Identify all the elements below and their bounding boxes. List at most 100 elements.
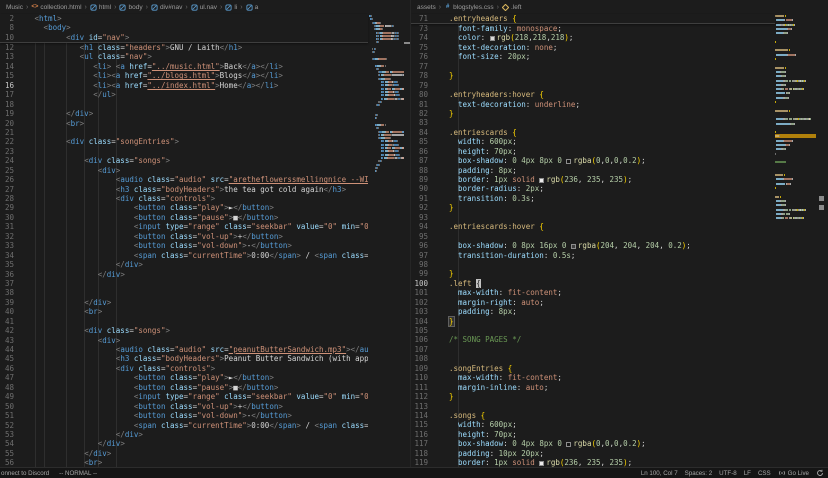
code-line[interactable]: 36 </div> bbox=[0, 270, 368, 279]
line-number[interactable]: 45 bbox=[0, 354, 30, 363]
code-line[interactable]: 108 bbox=[411, 354, 775, 363]
line-number[interactable]: 43 bbox=[0, 336, 30, 345]
code-line[interactable]: 53 </div> bbox=[0, 430, 368, 439]
code-line[interactable]: 25 <div> bbox=[0, 166, 368, 175]
code-line[interactable]: 80.entryheaders:hover { bbox=[411, 90, 775, 99]
code-line[interactable]: 119 border: 1px solid rgb(236, 235, 235)… bbox=[411, 458, 775, 467]
line-number[interactable]: 92 bbox=[411, 203, 449, 212]
line-number[interactable]: 118 bbox=[411, 449, 449, 458]
code-line[interactable]: 94.entriescards:hover { bbox=[411, 222, 775, 231]
line-number[interactable]: 114 bbox=[411, 411, 449, 420]
line-number[interactable]: 108 bbox=[411, 354, 449, 363]
line-number[interactable]: 117 bbox=[411, 439, 449, 448]
line-number[interactable]: 52 bbox=[0, 421, 30, 430]
code-line[interactable]: 87 box-shadow: 0 4px 8px 0 rgba(0,0,0,0.… bbox=[411, 156, 775, 165]
code-line[interactable]: 82} bbox=[411, 109, 775, 118]
code-line[interactable]: 56 <br> bbox=[0, 458, 368, 467]
line-number[interactable]: 14 bbox=[0, 62, 30, 71]
code-line[interactable]: 112} bbox=[411, 392, 775, 401]
overview-ruler-marker[interactable] bbox=[404, 42, 410, 44]
code-line[interactable]: 26 <audio class="audio" src="aretheflowe… bbox=[0, 175, 368, 184]
status-item-spaces-2[interactable]: Spaces: 2 bbox=[685, 470, 713, 477]
line-number[interactable]: 113 bbox=[411, 402, 449, 411]
line-number[interactable]: 112 bbox=[411, 392, 449, 401]
code-line[interactable]: 113 bbox=[411, 402, 775, 411]
line-number[interactable]: 28 bbox=[0, 194, 30, 203]
line-number[interactable]: 91 bbox=[411, 194, 449, 203]
code-line[interactable]: 47 <button class="play">►</button> bbox=[0, 373, 368, 382]
breadcrumb-item[interactable]: .left bbox=[502, 4, 521, 11]
code-line[interactable]: 75 text-decoration: none; bbox=[411, 43, 775, 52]
line-number[interactable]: 86 bbox=[411, 147, 449, 156]
code-line[interactable]: 105 bbox=[411, 326, 775, 335]
code-line[interactable]: 90 border-radius: 2px; bbox=[411, 184, 775, 193]
code-line[interactable]: 39 </div> bbox=[0, 298, 368, 307]
status-item-go-live[interactable]: Go Live bbox=[778, 469, 809, 477]
line-number[interactable]: 32 bbox=[0, 232, 30, 241]
line-number[interactable]: 2 bbox=[0, 14, 30, 23]
breadcrumb-item[interactable]: div#nav bbox=[151, 4, 182, 11]
line-number[interactable]: 40 bbox=[0, 307, 30, 316]
status-item-ln-100-col-7[interactable]: Ln 100, Col 7 bbox=[641, 470, 678, 477]
line-number[interactable]: 88 bbox=[411, 166, 449, 175]
breadcrumb-item[interactable]: assets bbox=[417, 4, 436, 11]
status-item--normal-[interactable]: -- NORMAL -- bbox=[59, 470, 97, 477]
line-number[interactable]: 80 bbox=[411, 90, 449, 99]
code-line[interactable]: 81 text-decoration: underline; bbox=[411, 100, 775, 109]
line-number[interactable]: 29 bbox=[0, 203, 30, 212]
line-number[interactable]: 24 bbox=[0, 156, 30, 165]
code-line[interactable]: 85 width: 600px; bbox=[411, 137, 775, 146]
line-number[interactable]: 30 bbox=[0, 213, 30, 222]
code-line[interactable]: 41 bbox=[0, 317, 368, 326]
line-number[interactable]: 36 bbox=[0, 270, 30, 279]
line-number[interactable]: 83 bbox=[411, 118, 449, 127]
line-number[interactable]: 89 bbox=[411, 175, 449, 184]
line-number[interactable]: 12 bbox=[0, 43, 30, 52]
line-number[interactable]: 51 bbox=[0, 411, 30, 420]
code-line[interactable]: 95 bbox=[411, 232, 775, 241]
code-line[interactable]: 22 <div class="songEntries"> bbox=[0, 137, 368, 146]
line-number[interactable]: 75 bbox=[411, 43, 449, 52]
code-line[interactable]: 109.songEntries { bbox=[411, 364, 775, 373]
line-number[interactable]: 106 bbox=[411, 335, 449, 344]
line-number[interactable]: 8 bbox=[0, 23, 30, 32]
code-line[interactable]: 115 width: 600px; bbox=[411, 420, 775, 429]
code-line[interactable]: 86 height: 70px; bbox=[411, 147, 775, 156]
breadcrumb-item[interactable]: Music bbox=[6, 4, 23, 11]
code-line[interactable]: 32 <button class="vol-up">+</button> bbox=[0, 232, 368, 241]
code-line[interactable]: 49 <input type="range" class="seekbar" v… bbox=[0, 392, 368, 401]
line-number[interactable]: 13 bbox=[0, 52, 30, 61]
code-line[interactable]: 16 <li><a href="../index.html">Home</a><… bbox=[0, 81, 368, 90]
code-line[interactable]: 117 box-shadow: 0 4px 8px 0 rgba(0,0,0,0… bbox=[411, 439, 775, 448]
line-number[interactable]: 110 bbox=[411, 373, 449, 382]
line-number[interactable]: 107 bbox=[411, 345, 449, 354]
code-line[interactable]: 83 bbox=[411, 118, 775, 127]
line-number[interactable]: 17 bbox=[0, 90, 30, 99]
line-number[interactable]: 94 bbox=[411, 222, 449, 231]
code-line[interactable]: 100.left { bbox=[411, 279, 775, 288]
code-line[interactable]: 71.entryheaders { bbox=[411, 14, 775, 23]
line-number[interactable]: 73 bbox=[411, 24, 449, 33]
code-line[interactable]: 107 bbox=[411, 345, 775, 354]
line-number[interactable]: 81 bbox=[411, 100, 449, 109]
line-number[interactable]: 22 bbox=[0, 137, 30, 146]
line-number[interactable]: 100 bbox=[411, 279, 449, 288]
line-number[interactable]: 103 bbox=[411, 307, 449, 316]
line-number[interactable]: 38 bbox=[0, 288, 30, 297]
code-line[interactable]: 14 <li> <a href="../music.html">Back</a>… bbox=[0, 62, 368, 71]
line-number[interactable]: 21 bbox=[0, 128, 30, 137]
line-number[interactable]: 25 bbox=[0, 166, 30, 175]
line-number[interactable]: 16 bbox=[0, 81, 30, 90]
breadcrumb-item[interactable]: ul.nav bbox=[191, 4, 217, 11]
code-line[interactable]: 28 <div class="controls"> bbox=[0, 194, 368, 203]
code-line[interactable]: 34 <span class="currentTime">0:00</span>… bbox=[0, 251, 368, 260]
breadcrumb-item[interactable]: a bbox=[246, 4, 259, 11]
line-number[interactable]: 87 bbox=[411, 156, 449, 165]
line-number[interactable]: 84 bbox=[411, 128, 449, 137]
sticky-scroll-right[interactable]: 71.entryheaders { bbox=[411, 14, 775, 24]
code-line[interactable]: 31 <input type="range" class="seekbar" v… bbox=[0, 222, 368, 231]
line-number[interactable]: 79 bbox=[411, 81, 449, 90]
code-line[interactable]: 78} bbox=[411, 71, 775, 80]
line-number[interactable]: 18 bbox=[0, 100, 30, 109]
code-line[interactable]: 38 bbox=[0, 288, 368, 297]
